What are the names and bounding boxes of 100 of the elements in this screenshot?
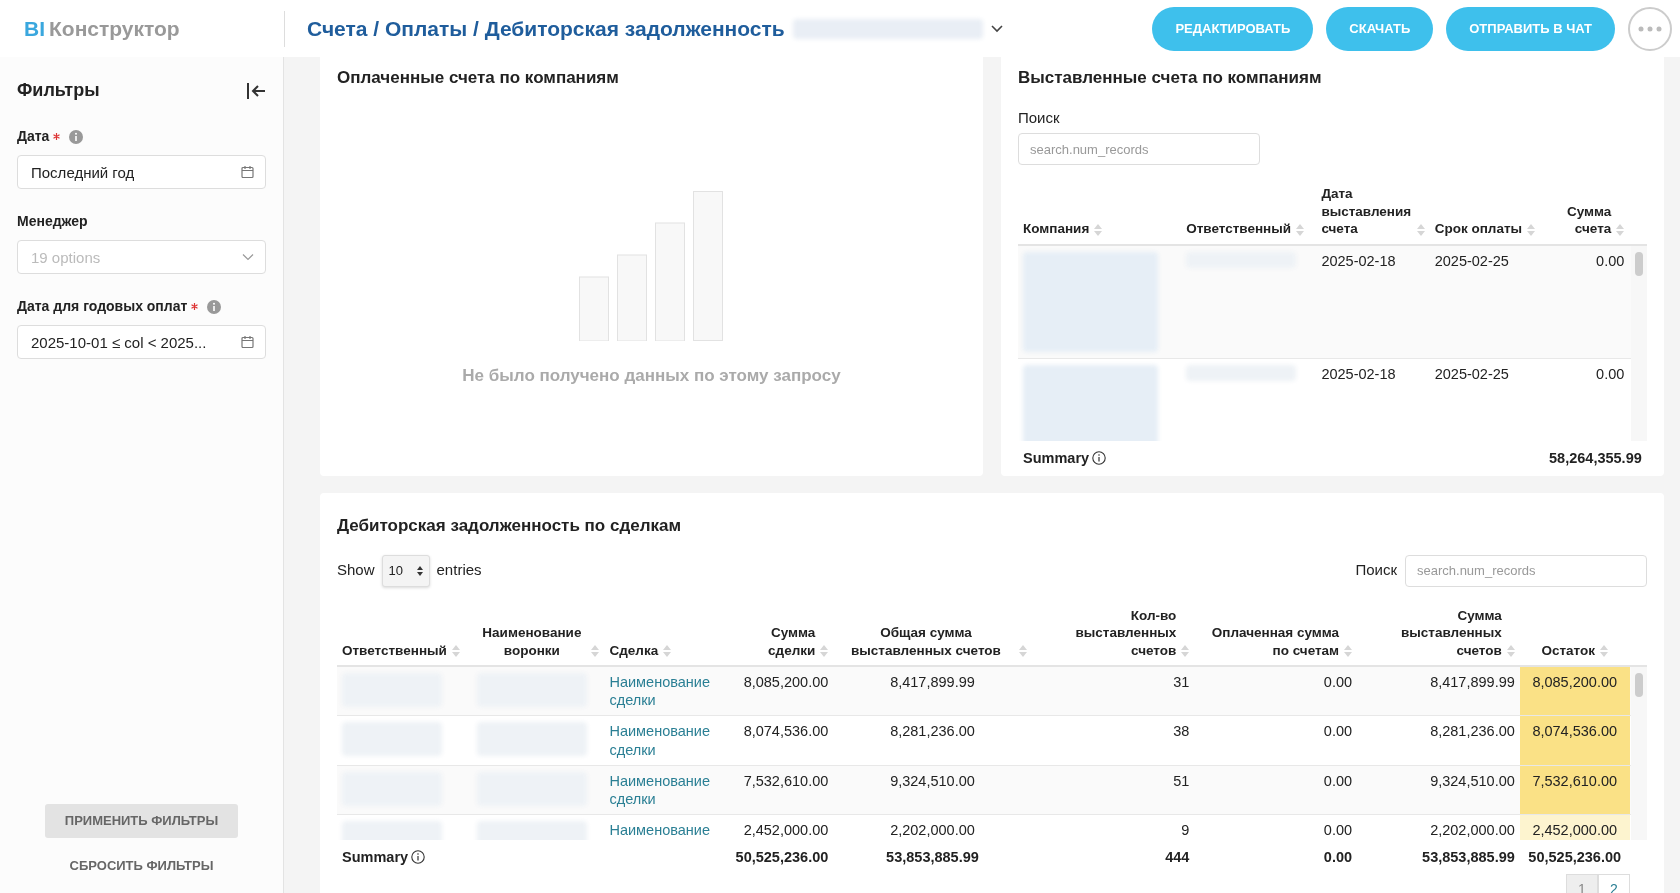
filter-label: Дата для годовых оплат — [17, 297, 188, 316]
entries-label: entries — [436, 560, 482, 581]
reset-button[interactable]: СБРОСИТЬ ФИЛЬТРЫ — [49, 851, 234, 879]
select-field[interactable]: 19 options — [17, 240, 266, 274]
column-header[interactable]: Сумма счета — [1544, 181, 1630, 245]
empty-chart-icon — [578, 190, 725, 341]
column-header[interactable]: Кол-во выставленных счетов — [1031, 602, 1195, 667]
scrollbar[interactable] — [1631, 667, 1647, 841]
table-cell: 9 — [1181, 821, 1190, 838]
sort-icon[interactable] — [1506, 645, 1515, 658]
summary-value: 444 — [1165, 849, 1190, 866]
deal-link[interactable]: Наименование сделки — [609, 722, 717, 759]
table-cell: 0.00 — [1323, 821, 1353, 838]
table-cell: 8,417,899.99 — [890, 674, 975, 691]
column-header[interactable]: Остаток — [1519, 602, 1630, 667]
table-cell: 0.00 — [1323, 723, 1353, 740]
more-icon[interactable] — [1638, 25, 1662, 32]
sort-icon[interactable] — [820, 645, 829, 658]
scrollbar[interactable] — [1631, 245, 1647, 441]
search-field[interactable]: search.num_records — [1018, 133, 1260, 165]
sort-icon[interactable] — [1344, 645, 1353, 658]
search-label: Поиск — [1018, 107, 1061, 128]
deal-link[interactable]: Наименование — [609, 820, 717, 839]
panel-title: Выставленные счета по компаниям — [1018, 67, 1323, 89]
sort-icon[interactable] — [591, 645, 600, 658]
stepper-icon[interactable] — [416, 565, 423, 576]
table-cell: 9,324,510.00 — [890, 772, 975, 789]
calendar-icon[interactable] — [241, 165, 254, 179]
column-header[interactable]: Ответственный — [1181, 181, 1317, 245]
table-cell: 38 — [1173, 723, 1190, 740]
show-label: Show — [337, 560, 375, 581]
table-cell: 9,324,510.00 — [1430, 772, 1515, 789]
calendar-icon[interactable] — [241, 335, 254, 349]
sort-icon[interactable] — [1018, 645, 1027, 658]
sort-icon[interactable] — [1416, 223, 1425, 236]
column-header[interactable]: Общая сумма выставленных счетов — [833, 602, 1032, 667]
breadcrumb: Счета / Оплаты / Дебиторская задолженность — [307, 15, 785, 42]
filter-label: Дата — [17, 127, 50, 146]
table-cell: 31 — [1173, 674, 1190, 691]
summary-label: Summary — [342, 848, 409, 867]
search-label: Поиск — [1355, 560, 1397, 581]
panel-title: Дебиторская задолженность по сделкам — [337, 515, 682, 537]
table-cell: 8,281,236.00 — [1430, 723, 1515, 740]
column-header[interactable]: Оплаченная сумма по счетам — [1194, 602, 1358, 667]
table-cell: 8,417,899.99 — [1430, 674, 1515, 691]
sort-icon[interactable] — [663, 645, 672, 658]
sort-icon[interactable] — [1094, 223, 1103, 236]
sort-icon[interactable] — [1296, 223, 1305, 236]
table-cell: 8,074,536.00 — [743, 723, 829, 740]
sort-icon[interactable] — [1616, 223, 1625, 236]
column-header[interactable]: Ответственный — [337, 602, 473, 667]
table-cell: 51 — [1173, 772, 1190, 789]
table-cell: 2025-02-18 — [1321, 365, 1396, 382]
column-header[interactable]: Сумма выставленных счетов — [1357, 602, 1520, 667]
summary-value: 0.00 — [1323, 849, 1353, 866]
date-field[interactable]: 2025-10-01 ≤ col < 2025... — [17, 325, 266, 359]
search-field[interactable]: search.num_records — [1405, 554, 1647, 587]
more-button[interactable] — [1628, 6, 1672, 51]
remainder-cell: 8,074,536.00 — [1519, 715, 1630, 766]
apply-button[interactable]: ПРИМЕНИТЬ ФИЛЬТРЫ — [44, 803, 239, 838]
table-cell: 7,532,610.00 — [743, 772, 829, 789]
column-header[interactable]: Сделка — [604, 602, 722, 667]
table-cell: 0.00 — [1323, 772, 1353, 789]
chevron-down-icon[interactable] — [990, 24, 1003, 33]
table-cell: 2025-02-25 — [1434, 252, 1509, 269]
column-header[interactable]: Наименование воронки — [472, 602, 605, 667]
info-icon[interactable] — [1092, 450, 1107, 465]
deal-link[interactable]: Наименование сделки — [609, 771, 717, 808]
column-header[interactable]: Дата выставления счета — [1316, 181, 1430, 245]
table-cell: 2,452,000.00 — [743, 821, 829, 838]
summary-label: Summary — [1023, 448, 1090, 467]
column-header[interactable]: Срок оплаты — [1429, 181, 1545, 245]
remainder-cell: 7,532,610.00 — [1519, 765, 1630, 815]
column-header[interactable]: Сумма сделки — [721, 602, 834, 667]
entries-select[interactable]: 10 — [381, 554, 430, 587]
sort-icon[interactable] — [451, 645, 460, 658]
filter-label: Менеджер — [17, 212, 88, 231]
sort-icon[interactable] — [1527, 223, 1536, 236]
page-button[interactable]: 2 — [1598, 874, 1630, 893]
sort-icon[interactable] — [1600, 645, 1608, 658]
column-header[interactable]: Компания — [1018, 181, 1182, 245]
remainder-cell: 2,452,000.00 — [1519, 814, 1630, 841]
remainder-cell: 8,085,200.00 — [1519, 667, 1630, 716]
table-cell: 0.00 — [1596, 252, 1625, 269]
info-icon[interactable] — [411, 850, 426, 865]
summary-value: 53,853,885.99 — [1422, 849, 1515, 866]
sort-icon[interactable] — [1181, 645, 1190, 658]
summary-value: 58,264,355.99 — [1549, 449, 1642, 466]
table-cell: 2,202,000.00 — [890, 821, 975, 838]
table-cell: 0.00 — [1323, 674, 1353, 691]
panel-title: Оплаченные счета по компаниям — [337, 67, 620, 89]
collapse-icon[interactable] — [246, 82, 266, 99]
date-field[interactable]: Последний год — [17, 155, 266, 189]
summary-value: 50,525,236.00 — [1528, 849, 1622, 866]
table-cell: 2,202,000.00 — [1430, 821, 1515, 838]
table-cell: 2025-02-25 — [1434, 365, 1509, 382]
summary-value: 50,525,236.00 — [735, 849, 829, 866]
table-cell: 8,281,236.00 — [890, 723, 975, 740]
sidebar-title: Фильтры — [17, 79, 100, 102]
deal-link[interactable]: Наименование сделки — [609, 673, 717, 710]
